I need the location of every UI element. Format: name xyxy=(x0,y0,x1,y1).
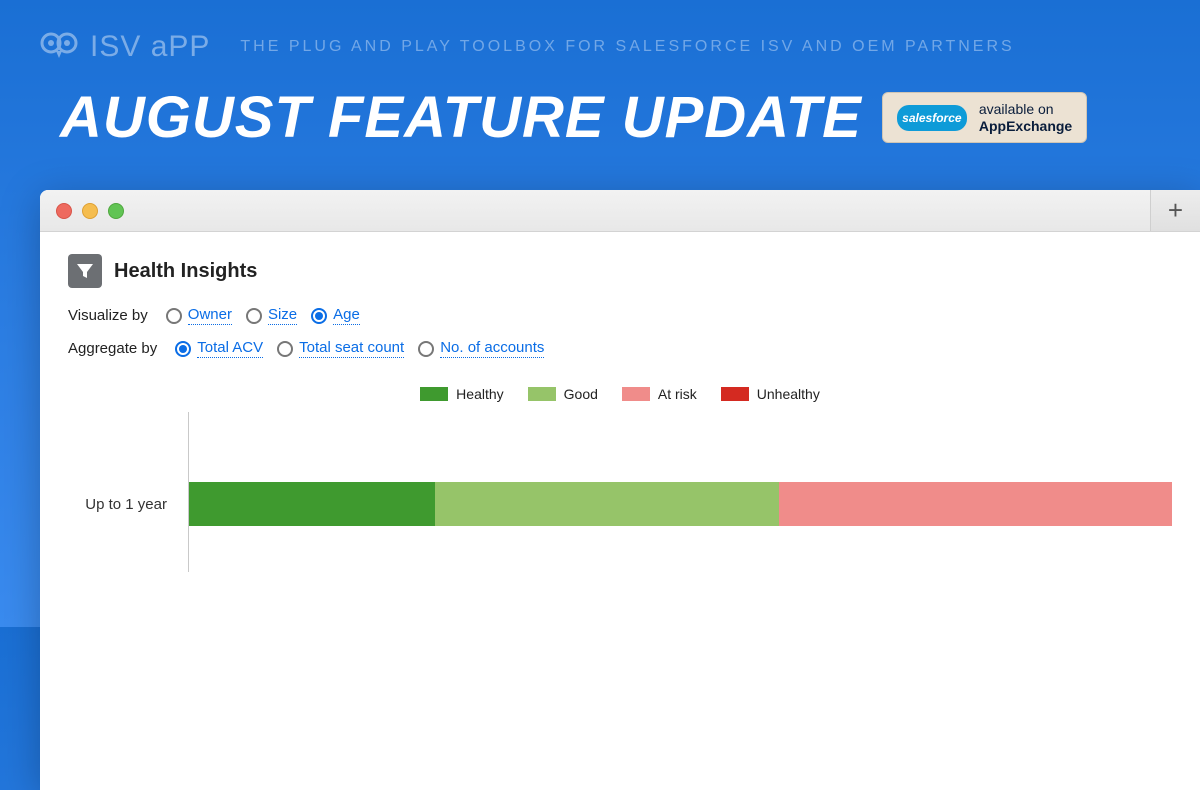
tagline: THE PLUG AND PLAY TOOLBOX FOR SALESFORCE… xyxy=(240,38,1014,56)
swatch-icon xyxy=(622,387,650,401)
window-titlebar: + xyxy=(40,190,1200,232)
visualize-option-owner[interactable]: Owner xyxy=(166,306,232,325)
chart-legend: Healthy Good At risk Unhealthy xyxy=(68,386,1172,402)
swatch-icon xyxy=(528,387,556,401)
bar-segment-at-risk xyxy=(779,482,1172,526)
option-label: Total ACV xyxy=(197,339,263,358)
aggregate-option-total-acv[interactable]: Total ACV xyxy=(175,339,263,358)
radio-icon xyxy=(166,308,182,324)
legend-at-risk: At risk xyxy=(622,386,697,402)
visualize-option-size[interactable]: Size xyxy=(246,306,297,325)
visualize-by-row: Visualize by Owner Size Age xyxy=(68,306,1172,325)
headline-row: AUGUST FEATURE UPDATE salesforce availab… xyxy=(0,74,1200,171)
option-label: Size xyxy=(268,306,297,325)
legend-label: Unhealthy xyxy=(757,386,820,402)
swatch-icon xyxy=(420,387,448,401)
badge-line1: available on xyxy=(979,101,1072,118)
salesforce-cloud-icon: salesforce xyxy=(897,105,967,131)
legend-label: At risk xyxy=(658,386,697,402)
radio-icon xyxy=(277,341,293,357)
option-label: Age xyxy=(333,306,360,325)
top-branding-bar: ISV aPP THE PLUG AND PLAY TOOLBOX FOR SA… xyxy=(0,0,1200,74)
legend-unhealthy: Unhealthy xyxy=(721,386,820,402)
legend-label: Healthy xyxy=(456,386,503,402)
radio-icon xyxy=(311,308,327,324)
chart-area: Up to 1 year xyxy=(188,412,1172,572)
new-tab-button[interactable]: + xyxy=(1150,190,1200,231)
aggregate-option-no-of-accounts[interactable]: No. of accounts xyxy=(418,339,544,358)
module-header: Health Insights xyxy=(68,254,1172,288)
traffic-lights xyxy=(56,203,124,219)
option-label: No. of accounts xyxy=(440,339,544,358)
aggregate-option-total-seat-count[interactable]: Total seat count xyxy=(277,339,404,358)
badge-text: available on AppExchange xyxy=(979,101,1072,135)
bar-segment-healthy xyxy=(189,482,435,526)
aggregate-by-row: Aggregate by Total ACV Total seat count … xyxy=(68,339,1172,358)
aggregate-label: Aggregate by xyxy=(68,340,157,357)
minimize-icon[interactable] xyxy=(82,203,98,219)
app-window: + Health Insights Visualize by Owner Siz… xyxy=(40,190,1200,790)
filter-icon xyxy=(68,254,102,288)
legend-healthy: Healthy xyxy=(420,386,503,402)
y-axis-category-label: Up to 1 year xyxy=(69,482,179,526)
legend-label: Good xyxy=(564,386,598,402)
option-label: Total seat count xyxy=(299,339,404,358)
appexchange-badge[interactable]: salesforce available on AppExchange xyxy=(882,92,1087,144)
radio-icon xyxy=(175,341,191,357)
radio-icon xyxy=(418,341,434,357)
visualize-label: Visualize by xyxy=(68,307,148,324)
zoom-icon[interactable] xyxy=(108,203,124,219)
visualize-option-age[interactable]: Age xyxy=(311,306,360,325)
close-icon[interactable] xyxy=(56,203,72,219)
module-content: Health Insights Visualize by Owner Size … xyxy=(40,232,1200,594)
badge-line2: AppExchange xyxy=(979,118,1072,135)
swatch-icon xyxy=(721,387,749,401)
radio-icon xyxy=(246,308,262,324)
logo: ISV aPP xyxy=(40,30,210,64)
option-label: Owner xyxy=(188,306,232,325)
logo-text: ISV aPP xyxy=(90,30,210,64)
stacked-bar-row xyxy=(189,482,1172,526)
owl-logo-icon xyxy=(40,32,80,62)
page-title: AUGUST FEATURE UPDATE xyxy=(60,84,862,151)
legend-good: Good xyxy=(528,386,598,402)
module-title: Health Insights xyxy=(114,260,257,283)
bar-segment-good xyxy=(435,482,779,526)
